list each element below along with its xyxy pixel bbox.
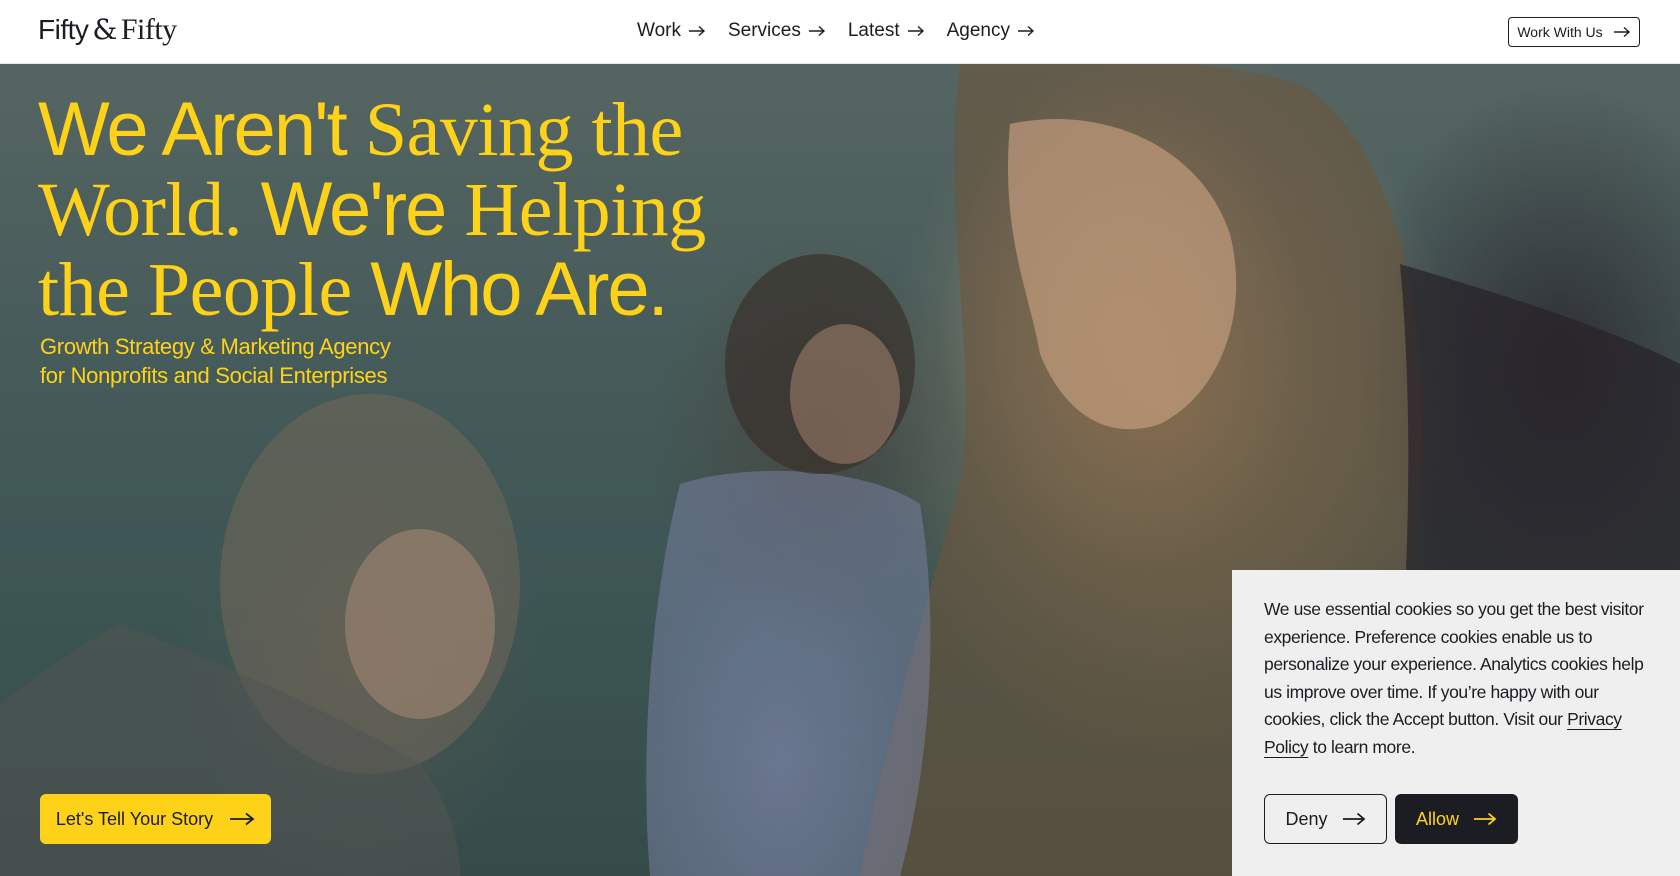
arrow-right-icon (688, 25, 706, 37)
main-nav: Work Services Latest Agency (637, 20, 1035, 42)
headline-part: the People (38, 248, 371, 332)
work-with-us-label: Work With Us (1517, 24, 1603, 40)
subhead-line: Growth Strategy & Marketing Agency (40, 334, 391, 359)
nav-item-label: Latest (847, 20, 900, 41)
hero-subheading: Growth Strategy & Marketing Agency for N… (40, 332, 480, 390)
cookie-consent-panel: We use essential cookies so you get the … (1232, 570, 1680, 876)
arrow-right-icon (230, 812, 255, 826)
nav-item-label: Work (637, 20, 681, 41)
tell-your-story-label: Let's Tell Your Story (55, 808, 214, 829)
nav-item-label: Services (727, 20, 801, 41)
arrow-right-icon (808, 25, 825, 37)
deny-cookies-button[interactable]: Deny (1264, 794, 1387, 844)
allow-cookies-button[interactable]: Allow (1395, 794, 1518, 844)
allow-label: Allow (1415, 808, 1459, 829)
logo-word-1: Fifty (38, 14, 89, 45)
cookie-message: We use essential cookies so you get the … (1264, 596, 1656, 761)
headline-part: We Aren't (38, 87, 365, 172)
cookie-text: to learn more. (1308, 736, 1416, 757)
nav-item-work[interactable]: Work (637, 20, 706, 42)
site-logo[interactable]: Fifty & Fifty (38, 13, 177, 47)
arrow-right-icon (1613, 26, 1630, 38)
headline-part: Helping (464, 168, 706, 252)
hero-headline: We Aren't Saving the World. We're Helping… (38, 87, 798, 332)
arrow-right-icon (907, 25, 924, 37)
tell-your-story-button[interactable]: Let's Tell Your Story (40, 794, 271, 844)
site-header: Fifty & Fifty Work Services Latest Agency … (0, 0, 1680, 64)
logo-ampersand: & (92, 13, 117, 46)
nav-item-latest[interactable]: Latest (848, 20, 925, 42)
nav-item-label: Agency (946, 20, 1010, 41)
headline-part: World. (38, 168, 261, 252)
logo-word-2: Fifty (120, 13, 177, 46)
headline-part: Saving the (364, 88, 683, 172)
nav-item-agency[interactable]: Agency (947, 20, 1035, 42)
work-with-us-button[interactable]: Work With Us (1508, 17, 1640, 47)
subhead-line: for Nonprofits and Social Enterprises (40, 363, 388, 388)
arrow-right-icon (1017, 25, 1035, 37)
deny-label: Deny (1285, 808, 1328, 829)
arrow-right-icon (1474, 812, 1497, 826)
headline-part: Who Are. (370, 247, 669, 332)
nav-item-services[interactable]: Services (728, 20, 826, 42)
arrow-right-icon (1342, 812, 1365, 826)
headline-part: We're (260, 167, 465, 252)
